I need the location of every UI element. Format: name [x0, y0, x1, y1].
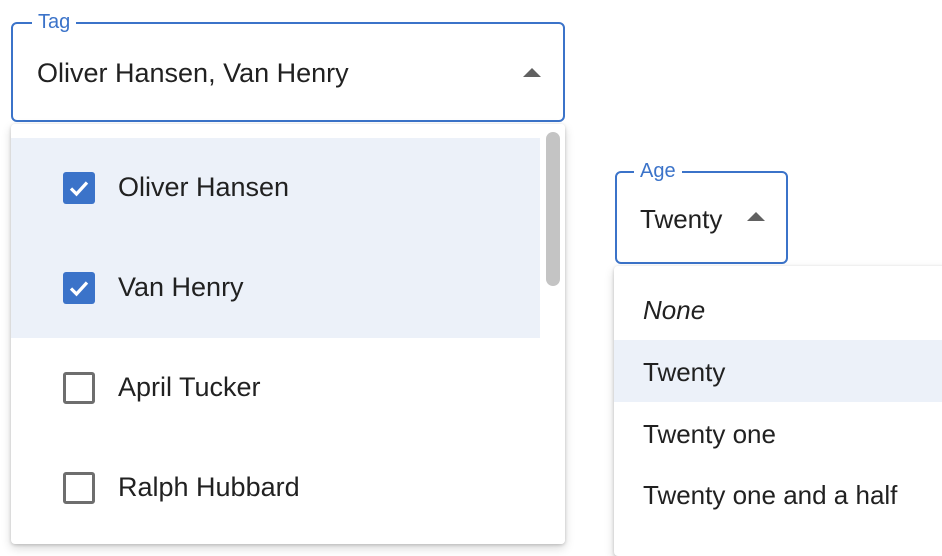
checkbox-unchecked-icon[interactable] [63, 472, 95, 504]
age-option-label: Twenty one [643, 419, 776, 449]
age-option-twenty[interactable]: Twenty [614, 340, 942, 402]
age-select-value: Twenty [640, 204, 723, 234]
tag-option-april-tucker[interactable]: April Tucker [11, 338, 540, 438]
checkbox-unchecked-icon[interactable] [63, 372, 95, 404]
tag-select-value: Oliver Hansen, Van Henry [37, 58, 349, 88]
tag-select-label: Tag [32, 10, 77, 34]
tag-option-label: Van Henry [118, 272, 244, 302]
arrow-drop-up-icon[interactable] [523, 68, 541, 77]
age-option-none[interactable]: None [614, 278, 942, 340]
tag-option-label: Oliver Hansen [118, 172, 290, 202]
tag-option-label: Ralph Hubbard [118, 472, 300, 502]
age-option-label: Twenty one and a half [643, 480, 898, 510]
tag-option-ralph-hubbard[interactable]: Ralph Hubbard [11, 438, 540, 538]
checkbox-checked-icon[interactable] [63, 272, 95, 304]
checkbox-checked-icon[interactable] [63, 172, 95, 204]
age-option-twenty-one[interactable]: Twenty one [614, 402, 942, 464]
age-option-twenty-one-and-a-half[interactable]: Twenty one and a half [614, 463, 942, 525]
arrow-drop-up-icon[interactable] [747, 212, 765, 221]
tag-option-oliver-hansen[interactable]: Oliver Hansen [11, 138, 540, 238]
age-menu: None Twenty Twenty one Twenty one and a … [614, 266, 942, 556]
tag-option-van-henry[interactable]: Van Henry [11, 238, 540, 338]
age-select-label: Age [634, 159, 682, 183]
age-option-label: None [643, 295, 706, 325]
age-select[interactable]: Age Twenty [615, 159, 788, 264]
tag-select[interactable]: Tag Oliver Hansen, Van Henry [11, 10, 565, 122]
scrollbar-thumb[interactable] [546, 132, 560, 286]
tag-menu: Oliver Hansen Van Henry April Tucker Ral… [11, 124, 565, 544]
age-option-label: Twenty [643, 357, 726, 387]
tag-option-label: April Tucker [118, 372, 261, 402]
